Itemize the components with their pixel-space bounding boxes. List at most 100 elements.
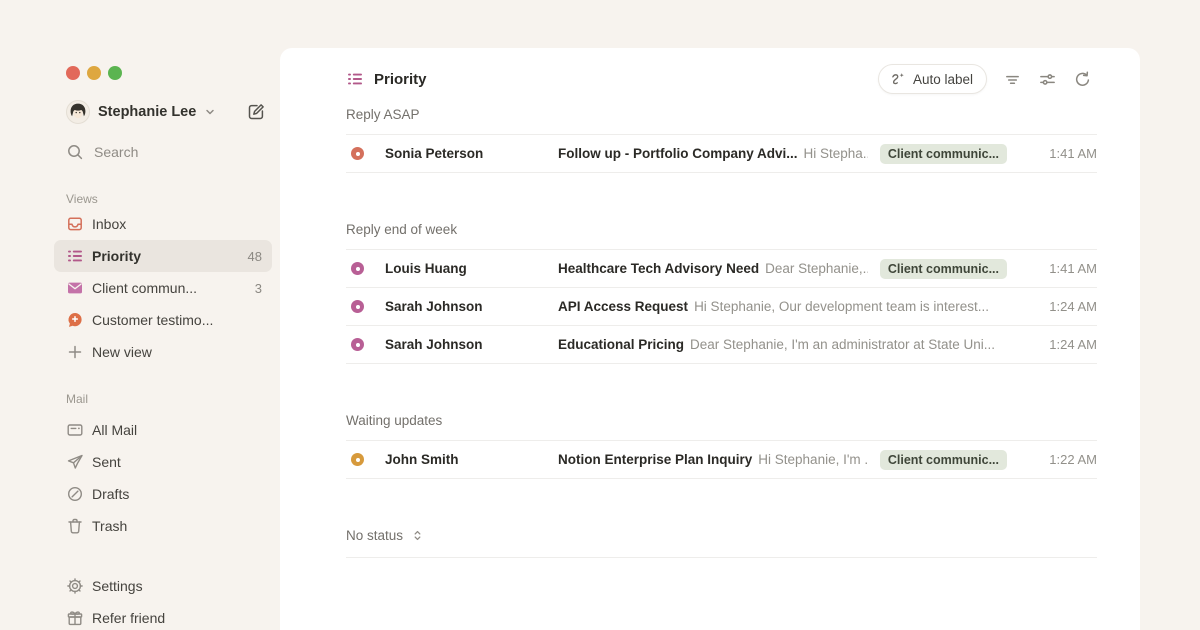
sidebar-item-trash[interactable]: Trash xyxy=(54,510,272,542)
unread-status-dot-icon[interactable] xyxy=(351,338,364,351)
email-row[interactable]: Louis Huang Healthcare Tech Advisory Nee… xyxy=(346,250,1097,288)
sidebar-item-customer-testimonials[interactable]: Customer testimo... xyxy=(54,304,272,336)
search-label: Search xyxy=(94,144,138,160)
email-time: 1:41 AM xyxy=(1025,146,1097,161)
section-no-status: No status xyxy=(346,525,1097,558)
sidebar-item-priority[interactable]: Priority 48 xyxy=(54,240,272,272)
workspace-switcher[interactable]: Stephanie Lee xyxy=(66,98,272,126)
label-badge[interactable]: Client communic... xyxy=(880,259,1007,279)
sidebar-item-label: Inbox xyxy=(92,216,126,232)
window-controls xyxy=(66,66,272,80)
email-subject: Notion Enterprise Plan Inquiry xyxy=(558,452,752,467)
email-sender: John Smith xyxy=(385,452,558,467)
label-badge[interactable]: Client communic... xyxy=(880,450,1007,470)
views-heading: Views xyxy=(66,190,272,208)
sidebar-item-refer-friend[interactable]: Refer friend xyxy=(54,602,272,630)
unread-count: 3 xyxy=(255,281,262,296)
sparkle-wand-icon xyxy=(890,71,906,87)
user-name: Stephanie Lee xyxy=(98,104,196,120)
section-reply-asap: Reply ASAP Sonia Peterson Follow up - Po… xyxy=(346,104,1097,173)
mail-list-panel: Priority Auto label xyxy=(280,48,1140,630)
view-header: Priority Auto label xyxy=(280,48,1140,100)
email-row[interactable]: Sarah Johnson API Access Request Hi Steph… xyxy=(346,288,1097,326)
email-sender: Sarah Johnson xyxy=(385,299,558,314)
sidebar-item-label: Client commun... xyxy=(92,280,197,296)
email-subject: Healthcare Tech Advisory Need xyxy=(558,261,759,276)
section-label: No status xyxy=(346,528,403,543)
close-window-button[interactable] xyxy=(66,66,80,80)
sidebar-item-label: Sent xyxy=(92,454,121,470)
sidebar-item-new-view[interactable]: New view xyxy=(54,336,272,368)
unread-status-dot-icon[interactable] xyxy=(351,453,364,466)
sidebar-item-all-mail[interactable]: All Mail xyxy=(54,414,272,446)
sidebar-item-label: Drafts xyxy=(92,486,129,502)
sidebar: Stephanie Lee Search Views Inbox xyxy=(0,0,280,630)
gear-icon xyxy=(66,577,84,595)
priority-list-icon xyxy=(66,247,84,265)
email-row[interactable]: Sonia Peterson Follow up - Portfolio Com… xyxy=(346,135,1097,173)
sidebar-item-label: Customer testimo... xyxy=(92,312,213,328)
maximize-window-button[interactable] xyxy=(108,66,122,80)
email-sender: Sonia Peterson xyxy=(385,146,558,161)
speech-bubble-plus-icon xyxy=(66,311,84,329)
minimize-window-button[interactable] xyxy=(87,66,101,80)
refresh-icon[interactable] xyxy=(1073,70,1092,89)
email-subject: API Access Request xyxy=(558,299,688,314)
email-snippet: Hi Stepha... xyxy=(804,146,868,161)
divider xyxy=(346,557,1097,558)
display-settings-sliders-icon[interactable] xyxy=(1038,70,1057,89)
unread-status-dot-icon[interactable] xyxy=(351,262,364,275)
sidebar-item-drafts[interactable]: Drafts xyxy=(54,478,272,510)
email-time: 1:22 AM xyxy=(1025,452,1097,467)
all-mail-icon xyxy=(66,421,84,439)
no-status-toggle[interactable]: No status xyxy=(346,525,1097,545)
paper-plane-icon xyxy=(66,453,84,471)
section-label: Waiting updates xyxy=(346,413,442,428)
sidebar-item-label: Refer friend xyxy=(92,610,165,626)
avatar xyxy=(66,100,90,124)
sidebar-item-client-communication[interactable]: Client commun... 3 xyxy=(54,272,272,304)
filter-icon[interactable] xyxy=(1003,70,1022,89)
envelope-icon xyxy=(66,279,84,297)
sidebar-item-sent[interactable]: Sent xyxy=(54,446,272,478)
draft-pencil-icon xyxy=(66,485,84,503)
email-sender: Louis Huang xyxy=(385,261,558,276)
gift-icon xyxy=(66,609,84,627)
auto-label-label: Auto label xyxy=(913,72,973,87)
section-label: Reply end of week xyxy=(346,222,457,237)
email-row[interactable]: Sarah Johnson Educational PricingDear St… xyxy=(346,326,1097,364)
email-snippet: Dear Stephanie,... xyxy=(765,261,868,276)
auto-label-button[interactable]: Auto label xyxy=(878,64,987,94)
email-time: 1:41 AM xyxy=(1025,261,1097,276)
email-snippet: Dear Stephanie, I'm an administrator at … xyxy=(690,337,995,352)
page-title: Priority xyxy=(374,71,427,88)
sidebar-item-inbox[interactable]: Inbox xyxy=(54,208,272,240)
email-snippet: Hi Stephanie, Our development team is in… xyxy=(694,299,989,314)
email-subject: Educational Pricing xyxy=(558,337,684,352)
email-row[interactable]: John Smith Notion Enterprise Plan Inquir… xyxy=(346,441,1097,479)
sidebar-item-label: Trash xyxy=(92,518,127,534)
chevron-up-down-icon xyxy=(411,529,424,542)
section-waiting-updates: Waiting updates John Smith Notion Enterp… xyxy=(346,410,1097,479)
sidebar-item-label: All Mail xyxy=(92,422,137,438)
email-time: 1:24 AM xyxy=(1025,337,1097,352)
email-subject: Follow up - Portfolio Company Advi... xyxy=(558,146,798,161)
search-icon xyxy=(66,143,84,161)
sidebar-item-label: New view xyxy=(92,344,152,360)
plus-icon xyxy=(66,343,84,361)
sidebar-item-settings[interactable]: Settings xyxy=(54,570,272,602)
priority-list-icon xyxy=(346,70,364,88)
compose-button[interactable] xyxy=(246,102,266,122)
email-time: 1:24 AM xyxy=(1025,299,1097,314)
chevron-down-icon xyxy=(204,106,216,118)
unread-count: 48 xyxy=(248,249,262,264)
section-reply-end-of-week: Reply end of week Louis Huang Healthcare… xyxy=(346,219,1097,364)
sidebar-item-label: Settings xyxy=(92,578,143,594)
trash-icon xyxy=(66,517,84,535)
label-badge[interactable]: Client communic... xyxy=(880,144,1007,164)
sidebar-item-label: Priority xyxy=(92,248,141,264)
email-snippet: Hi Stephanie, I'm ... xyxy=(758,452,868,467)
unread-status-dot-icon[interactable] xyxy=(351,300,364,313)
search-button[interactable]: Search xyxy=(66,138,272,166)
unread-status-dot-icon[interactable] xyxy=(351,147,364,160)
